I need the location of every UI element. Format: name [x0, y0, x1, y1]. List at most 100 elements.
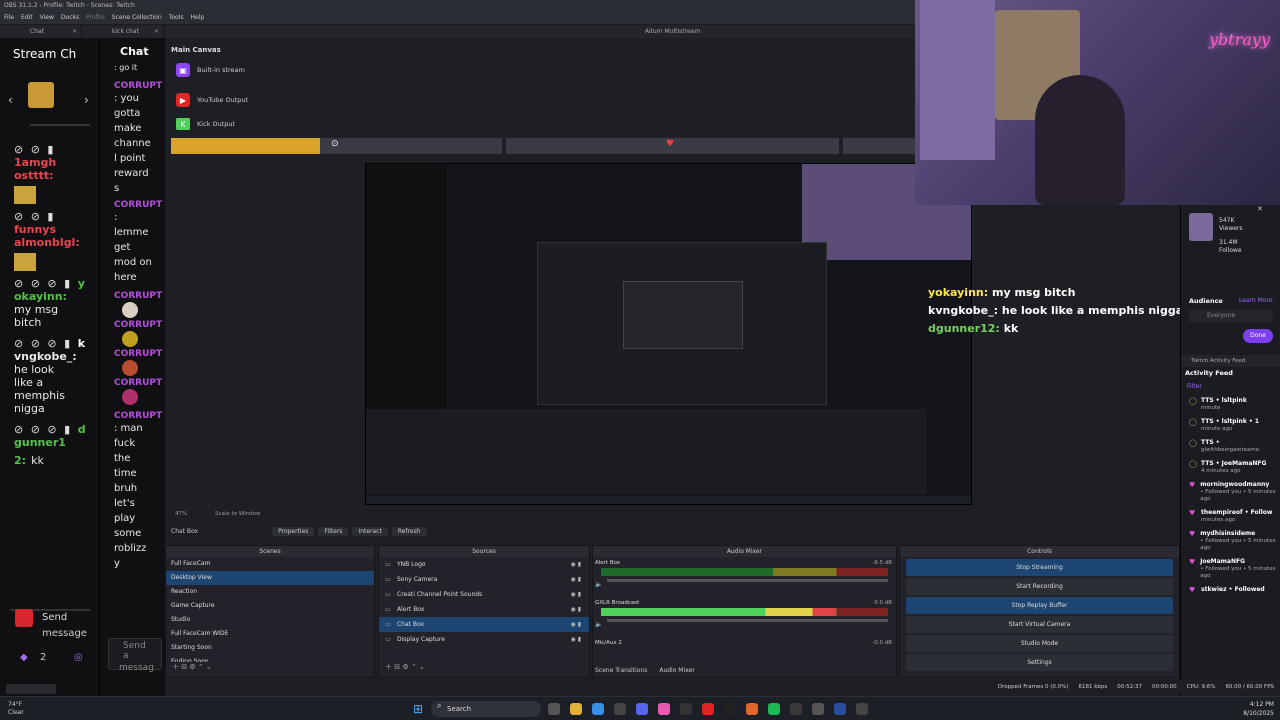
app-icon[interactable]	[658, 703, 670, 715]
chat-username[interactable]: CORRUPT	[114, 411, 164, 421]
speaker-icon[interactable]: 🔈	[595, 621, 602, 628]
spotify-icon[interactable]	[768, 703, 780, 715]
system-clock[interactable]: 4:12 PM 8/10/2025	[1243, 700, 1274, 718]
output-youtube[interactable]: ▶ YouTube Output	[176, 90, 248, 110]
activity-item[interactable]: ◯ TTS • glwithbeingastreame	[1189, 439, 1279, 454]
source-item[interactable]: ▭ YNB Logo ◉ ▮	[379, 557, 589, 572]
chat-username[interactable]: y	[78, 277, 87, 290]
activity-item[interactable]: ◯ TTS • lsltpink minute	[1189, 397, 1279, 412]
menu-view[interactable]: View	[40, 14, 54, 21]
visibility-icon[interactable]: ◉ ▮	[571, 606, 581, 613]
source-controls[interactable]: ＋ ⊟ ⚙ ⌃ ⌄	[379, 662, 589, 672]
scene-controls[interactable]: ＋ ⊟ ⚙ ⌃ ⌄	[166, 662, 374, 672]
youtube-icon[interactable]	[702, 703, 714, 715]
filter-link[interactable]: Filter	[1187, 383, 1202, 390]
gear-icon[interactable]: ⊙	[331, 139, 339, 149]
scene-item[interactable]: Full FaceCam WIDE	[166, 627, 374, 641]
properties-button[interactable]: Properties	[272, 527, 315, 536]
visibility-icon[interactable]: ◉ ▮	[571, 576, 581, 583]
chat-username[interactable]: almonblgl:	[14, 236, 99, 249]
refresh-button[interactable]: Refresh	[391, 527, 427, 536]
app-icon[interactable]	[746, 703, 758, 715]
output-built-in-stream[interactable]: ▣ Built-in stream	[176, 60, 245, 80]
weather-widget[interactable]: 74°F Clear	[8, 701, 24, 717]
chat-username[interactable]: vngkobe_:	[14, 350, 99, 363]
app-icon[interactable]	[724, 703, 736, 715]
stop-streaming-button[interactable]: Stop Streaming	[906, 559, 1173, 576]
mod-actions[interactable]: ⊘ ⊘ ⊘ ▮ k	[14, 337, 99, 350]
filters-button[interactable]: Filters	[318, 527, 349, 536]
chat-input[interactable]	[6, 684, 56, 694]
chevron-left-icon[interactable]: ‹	[8, 93, 13, 107]
chat-username[interactable]: okayinn:	[14, 290, 99, 303]
studio-mode-button[interactable]: Studio Mode	[906, 635, 1173, 652]
scale-to-window[interactable]: Scale to Window	[215, 511, 261, 517]
app-icon[interactable]	[812, 703, 824, 715]
scene-item[interactable]: Starting Soon	[166, 641, 374, 655]
activity-item[interactable]: ◯ TTS • JoeMamaNFG 4 minutes ago	[1189, 460, 1279, 475]
scene-item[interactable]: Game Capture	[166, 599, 374, 613]
chat-username[interactable]: funnys	[14, 223, 99, 236]
chat-username[interactable]: CORRUPT	[114, 291, 164, 301]
tab-audio-mixer[interactable]: Audio Mixer	[659, 667, 694, 674]
photoshop-icon[interactable]	[834, 703, 846, 715]
chat-username[interactable]: d	[78, 423, 88, 436]
bits-icon[interactable]: ◆	[20, 652, 28, 663]
app-icon[interactable]	[790, 703, 802, 715]
chat-username[interactable]: 1amgh	[14, 156, 99, 169]
activity-item[interactable]: ♥ morningwoodmanny • Followed you • 5 minu…	[1189, 481, 1279, 503]
windows-start-icon[interactable]: ⊞	[413, 702, 423, 716]
menu-file[interactable]: File	[4, 14, 14, 21]
menu-tools[interactable]: Tools	[169, 14, 184, 21]
visibility-icon[interactable]: ◉ ▮	[571, 636, 581, 643]
visibility-icon[interactable]: ◉ ▮	[571, 561, 581, 568]
chat-username[interactable]: ostttt:	[14, 169, 99, 182]
scene-item[interactable]: Reaction	[166, 585, 374, 599]
tab-scene-transitions[interactable]: Scene Transitions	[595, 667, 647, 674]
audience-select[interactable]: Everyone	[1189, 310, 1273, 322]
start-virtual-camera-button[interactable]: Start Virtual Camera	[906, 616, 1173, 633]
preview-canvas[interactable]	[365, 163, 972, 505]
mod-actions[interactable]: ⊘ ⊘ ▮	[14, 143, 99, 156]
activity-item[interactable]: ♥ theempireof • Follow minutes ago	[1189, 509, 1279, 524]
start-recording-button[interactable]: Start Recording	[906, 578, 1173, 595]
source-item[interactable]: ▭ Chat Box ◉ ▮	[379, 617, 589, 632]
chat-username[interactable]: 2:	[14, 454, 26, 467]
settings-button[interactable]: Settings	[906, 654, 1173, 671]
visibility-icon[interactable]: ◉ ▮	[571, 591, 581, 598]
chevron-right-icon[interactable]: ›	[84, 93, 89, 107]
chat-username[interactable]: gunner1	[14, 436, 99, 449]
source-item[interactable]: ▭ Creati Channel Point Sounds ◉ ▮	[379, 587, 589, 602]
close-icon[interactable]: ✕	[1257, 205, 1263, 213]
menu-help[interactable]: Help	[190, 14, 204, 21]
volume-slider[interactable]	[607, 619, 888, 622]
stop-replay-buffer-button[interactable]: Stop Replay Buffer	[906, 597, 1173, 614]
visibility-icon[interactable]: ◉ ▮	[571, 621, 581, 628]
obs-icon[interactable]	[614, 703, 626, 715]
learn-more-link[interactable]: Learn More	[1239, 297, 1273, 304]
tab-kick-chat[interactable]: kick chat ✕	[82, 25, 164, 38]
points-icon[interactable]: ◎	[74, 652, 83, 663]
menu-edit[interactable]: Edit	[21, 14, 33, 21]
volume-slider[interactable]	[607, 579, 888, 582]
scene-item[interactable]: Desktop View	[166, 571, 374, 585]
tab-chat[interactable]: Chat ✕	[0, 25, 82, 38]
source-item[interactable]: ▭ Display Capture ◉ ▮	[379, 632, 589, 647]
close-icon[interactable]: ✕	[72, 25, 77, 38]
source-item[interactable]: ▭ Sony Camera ◉ ▮	[379, 572, 589, 587]
scene-item[interactable]: Studio	[166, 613, 374, 627]
chat-username[interactable]: CORRUPT	[114, 349, 164, 359]
scene-item[interactable]: Full FaceCam	[166, 557, 374, 571]
interact-button[interactable]: Interact	[352, 527, 388, 536]
chat-username[interactable]: k	[78, 337, 87, 350]
chat-username[interactable]: CORRUPT	[114, 200, 164, 210]
activity-item[interactable]: ◯ TTS • lsltpink • 1 minute ago	[1189, 418, 1279, 433]
chat-username[interactable]: CORRUPT	[114, 81, 164, 91]
taskbar-search[interactable]: Search	[431, 701, 541, 717]
mod-actions[interactable]: ⊘ ⊘ ⊘ ▮ y	[14, 277, 99, 290]
task-view-icon[interactable]	[548, 703, 560, 715]
menu-profile[interactable]: Profile	[86, 14, 105, 21]
close-icon[interactable]: ✕	[154, 25, 159, 38]
kick-chat-input[interactable]: Send a messag	[108, 638, 162, 673]
speaker-icon[interactable]: 🔈	[595, 581, 602, 588]
